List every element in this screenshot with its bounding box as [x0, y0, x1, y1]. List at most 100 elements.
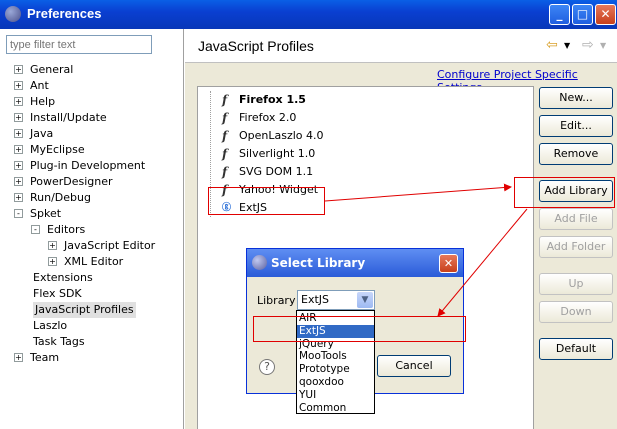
expand-icon[interactable]: +	[14, 161, 23, 170]
profile-item[interactable]: f SVG DOM 1.1	[198, 163, 528, 180]
tree-item[interactable]: + Install/Update	[0, 110, 183, 126]
expand-icon[interactable]: +	[48, 257, 57, 266]
expand-icon[interactable]: +	[14, 145, 23, 154]
tree-item-label: JavaScript Profiles	[33, 302, 136, 318]
expand-icon[interactable]: +	[14, 97, 23, 106]
help-icon[interactable]: ?	[259, 359, 275, 375]
up-button[interactable]: Up	[539, 273, 613, 295]
close-icon[interactable]: ✕	[439, 254, 458, 273]
expand-icon[interactable]: +	[14, 113, 23, 122]
default-button[interactable]: Default	[539, 338, 613, 360]
close-icon[interactable]: ✕	[595, 4, 616, 25]
tree-item-label: Extensions	[33, 271, 93, 284]
tree-item[interactable]: + Help	[0, 94, 183, 110]
tree-item[interactable]: - Spket	[0, 206, 183, 222]
filter-input[interactable]	[6, 35, 152, 54]
tree-item[interactable]: + Run/Debug	[0, 190, 183, 206]
add-folder-button[interactable]: Add Folder	[539, 236, 613, 258]
dialog-title: Select Library	[271, 256, 366, 270]
page-header: JavaScript Profiles ⇦ ▼ ⇨ ▼	[185, 29, 617, 63]
profile-label: Firefox 1.5	[239, 93, 306, 106]
tree-item[interactable]: + JavaScript Editor	[0, 238, 183, 254]
library-option[interactable]: MooTools	[297, 350, 374, 363]
tree-item[interactable]: + PowerDesigner	[0, 174, 183, 190]
collapse-icon[interactable]: -	[14, 209, 23, 218]
tree-item[interactable]: Extensions	[0, 270, 183, 286]
library-label: Library	[257, 294, 296, 307]
back-arrow-icon[interactable]: ⇦	[546, 37, 558, 53]
profile-item[interactable]: f Silverlight 1.0	[198, 145, 528, 162]
tree-item[interactable]: Laszlo	[0, 318, 183, 334]
tree-item[interactable]: - Editors	[0, 222, 183, 238]
chevron-down-icon[interactable]: ▼	[357, 292, 373, 308]
tree-item[interactable]: + Ant	[0, 78, 183, 94]
profile-label: Silverlight 1.0	[239, 147, 316, 160]
expand-icon[interactable]: +	[14, 129, 23, 138]
eclipse-icon	[252, 255, 267, 270]
tree-item-label: Run/Debug	[30, 191, 91, 204]
function-icon: f	[222, 129, 228, 143]
preferences-tree-pane: + General + Ant + Help + Install/Update + Java + My…	[0, 29, 184, 429]
minimize-icon[interactable]: _	[549, 4, 570, 25]
tree-item-label: Install/Update	[30, 111, 107, 124]
tree-item-label: Ant	[30, 79, 49, 92]
annotation-box-extjs	[208, 187, 325, 215]
profile-label: SVG DOM 1.1	[239, 165, 314, 178]
add-file-button[interactable]: Add File	[539, 208, 613, 230]
tree-item[interactable]: Task Tags	[0, 334, 183, 350]
library-option[interactable]: qooxdoo	[297, 376, 374, 389]
edit-button[interactable]: Edit...	[539, 115, 613, 137]
forward-dropdown-icon[interactable]: ▼	[600, 41, 606, 50]
expand-icon[interactable]: +	[14, 193, 23, 202]
window-title: Preferences	[27, 6, 102, 21]
tree-item-label: MyEclipse	[30, 143, 85, 156]
tree-item[interactable]: + Java	[0, 126, 183, 142]
expand-icon[interactable]: +	[14, 177, 23, 186]
tree-item-label: Plug-in Development	[30, 159, 146, 172]
profile-item[interactable]: f Firefox 2.0	[198, 109, 528, 126]
tree-item-label: JavaScript Editor	[64, 239, 156, 252]
collapse-icon[interactable]: -	[31, 225, 40, 234]
tree-item[interactable]: + Team	[0, 350, 183, 366]
library-option[interactable]: YUI	[297, 389, 374, 402]
library-select-value: ExtJS	[301, 293, 329, 306]
profile-item[interactable]: f Firefox 1.5	[198, 91, 528, 108]
page-title: JavaScript Profiles	[198, 38, 314, 54]
expand-icon[interactable]: +	[48, 241, 57, 250]
tree-item-label: Team	[30, 351, 60, 364]
eclipse-icon	[5, 6, 21, 22]
tree-item[interactable]: Flex SDK	[0, 286, 183, 302]
window-titlebar: Preferences _ □ ✕	[0, 0, 617, 29]
tree-item-label: Editors	[47, 223, 86, 236]
tree-item[interactable]: + MyEclipse	[0, 142, 183, 158]
function-icon: f	[222, 111, 228, 125]
expand-icon[interactable]: +	[14, 65, 23, 74]
function-icon: f	[222, 147, 228, 161]
tree-item-label: General	[30, 63, 74, 76]
remove-button[interactable]: Remove	[539, 143, 613, 165]
library-option[interactable]: Prototype	[297, 363, 374, 376]
tree-item[interactable]: JavaScript Profiles	[0, 302, 183, 318]
new-button[interactable]: New...	[539, 87, 613, 109]
tree-item-label: Laszlo	[33, 319, 68, 332]
expand-icon[interactable]: +	[14, 81, 23, 90]
maximize-icon[interactable]: □	[572, 4, 593, 25]
down-button[interactable]: Down	[539, 301, 613, 323]
tree-item[interactable]: + Plug-in Development	[0, 158, 183, 174]
function-icon: f	[222, 93, 228, 107]
cancel-button[interactable]: Cancel	[377, 355, 451, 377]
tree-item[interactable]: + XML Editor	[0, 254, 183, 270]
annotation-box-extjs-option	[253, 316, 466, 342]
profile-label: Firefox 2.0	[239, 111, 297, 124]
library-option[interactable]: Common	[297, 402, 374, 415]
dialog-titlebar: Select Library ✕	[247, 249, 463, 277]
profile-label: OpenLaszlo 4.0	[239, 129, 324, 142]
expand-icon[interactable]: +	[14, 353, 23, 362]
forward-arrow-icon[interactable]: ⇨	[582, 37, 594, 53]
back-dropdown-icon[interactable]: ▼	[564, 41, 570, 50]
library-select[interactable]: ExtJS ▼	[297, 290, 375, 310]
tree-item-label: Flex SDK	[33, 287, 82, 300]
tree-item[interactable]: + General	[0, 62, 183, 78]
profile-item[interactable]: f OpenLaszlo 4.0	[198, 127, 528, 144]
tree-item-label: Task Tags	[33, 335, 85, 348]
